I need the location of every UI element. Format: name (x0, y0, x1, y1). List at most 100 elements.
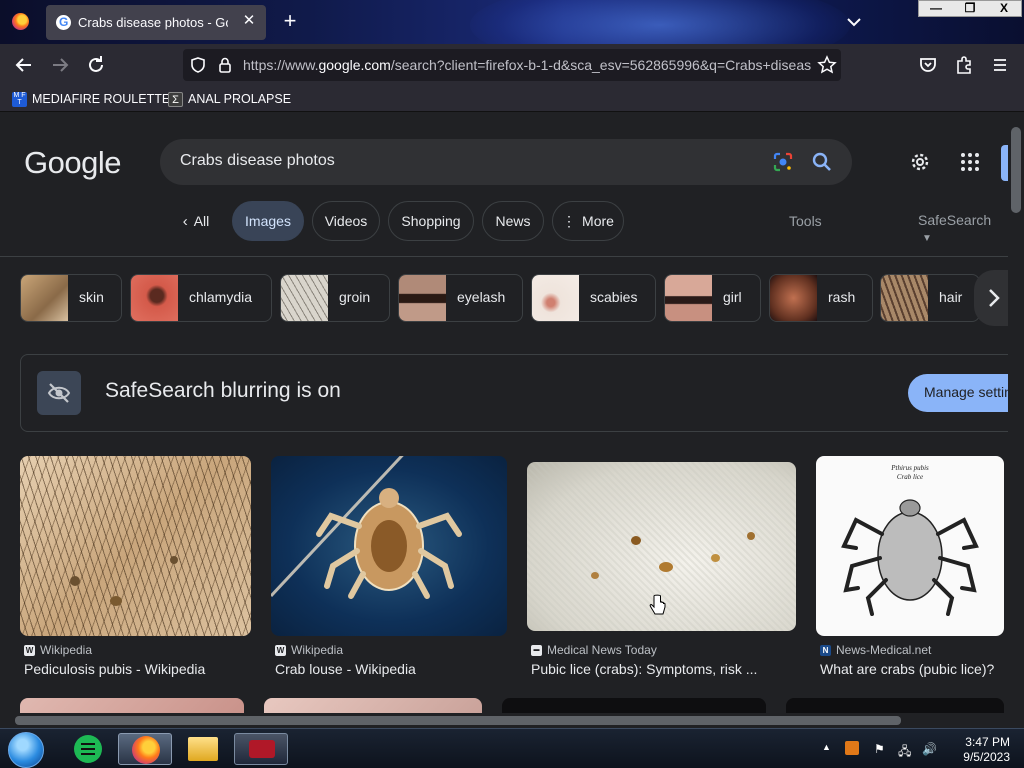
suggestion-chlamydia[interactable]: chlamydia (130, 274, 272, 322)
taskbar-firefox[interactable] (118, 733, 172, 765)
result-image-row2-3[interactable] (502, 698, 766, 713)
folder-icon (188, 737, 218, 761)
back-arrow-icon[interactable] (12, 53, 36, 77)
tray-app-icon[interactable] (845, 741, 859, 755)
manage-settings-button[interactable]: Manage settings (908, 374, 1008, 412)
safesearch-banner: SafeSearch blurring is on Manage setting… (20, 354, 1008, 432)
filter-videos[interactable]: Videos (312, 201, 380, 241)
list-all-tabs-icon[interactable] (844, 12, 864, 32)
horizontal-scroll-thumb[interactable] (15, 716, 901, 725)
suggestion-groin[interactable]: groin (280, 274, 390, 322)
extensions-puzzle-icon[interactable] (952, 53, 976, 77)
result-source[interactable]: W Wikipedia (275, 643, 343, 657)
tracking-shield-icon[interactable] (189, 56, 207, 74)
new-tab-button[interactable]: + (278, 9, 302, 33)
google-lens-icon[interactable] (772, 151, 794, 173)
eye-off-icon (37, 371, 81, 415)
bookmark-label: ANAL PROLAPSE (188, 92, 292, 106)
result-image-crab-louse[interactable] (271, 456, 507, 636)
chevron-right-icon[interactable] (974, 270, 1008, 326)
safesearch-banner-text: SafeSearch blurring is on (105, 379, 341, 402)
result-image-row2-2[interactable] (264, 698, 482, 713)
forward-arrow-icon[interactable] (48, 53, 72, 77)
start-orb-button[interactable] (8, 732, 44, 768)
search-query[interactable]: Crabs disease photos (180, 152, 335, 170)
system-clock[interactable]: 3:47 PM 9/5/2023 (946, 735, 1010, 765)
filter-shopping[interactable]: Shopping (388, 201, 474, 241)
taskbar-app[interactable] (234, 733, 288, 765)
suggestion-hair[interactable]: hair (880, 274, 980, 322)
tab-strip: Crabs disease photos - Google Search ✕ +… (0, 0, 1024, 70)
news-medical-favicon-icon: N (820, 644, 831, 656)
suggestion-thumbnail (21, 275, 68, 321)
result-title[interactable]: What are crabs (pubic lice)? (820, 661, 1006, 677)
google-favicon-icon (56, 15, 71, 30)
google-logo[interactable]: Google (24, 145, 121, 181)
result-title[interactable]: Pubic lice (crabs): Symptoms, risk ... (531, 661, 799, 677)
bookmark-mediafire-rouletter[interactable]: M F T MEDIAFIRE ROULETTER (12, 90, 179, 108)
result-title[interactable]: Crab louse - Wikipedia (275, 661, 510, 677)
padlock-icon[interactable] (217, 56, 233, 74)
maximize-button[interactable]: ❐ (953, 1, 987, 16)
vertical-scroll-thumb[interactable] (1011, 127, 1021, 213)
hand-cursor-icon (649, 594, 666, 615)
filter-images[interactable]: Images (232, 201, 304, 241)
tab-close-icon[interactable]: ✕ (240, 12, 258, 30)
firefox-menu-icon[interactable] (12, 13, 29, 30)
url-bar[interactable]: https://www.google.com/search?client=fir… (183, 49, 841, 81)
firefox-icon (132, 736, 160, 764)
result-image-crab-lice-diagram[interactable]: Pthirus pubis Crab lice (816, 456, 1004, 636)
notes-app-icon (74, 735, 102, 763)
result-image-row2-1[interactable] (20, 698, 244, 713)
app-window-icon (249, 740, 275, 758)
search-icon[interactable] (810, 150, 834, 174)
suggestion-thumbnail (281, 275, 328, 321)
windows-taskbar: ▲ ⚑ 🖧 🔊 3:47 PM 9/5/2023 (0, 728, 1024, 768)
safesearch-dropdown[interactable]: SafeSearch ▼ (918, 212, 1008, 244)
result-source[interactable]: W Wikipedia (24, 643, 92, 657)
result-source[interactable]: ▬ Medical News Today (531, 643, 657, 657)
network-icon[interactable]: 🖧 (898, 742, 911, 763)
bookmark-star-icon[interactable] (817, 55, 837, 75)
close-window-button[interactable]: X (987, 1, 1021, 16)
taskbar-notes-app[interactable] (60, 733, 114, 765)
horizontal-scrollbar[interactable] (0, 713, 1024, 728)
vertical-scrollbar[interactable] (1008, 113, 1024, 713)
search-box[interactable]: Crabs disease photos (160, 139, 852, 185)
google-apps-grid-icon[interactable] (958, 150, 982, 174)
minimize-button[interactable]: — (919, 1, 953, 16)
show-hidden-icons-icon[interactable]: ▲ (822, 742, 831, 752)
suggestion-scabies[interactable]: scabies (531, 274, 656, 322)
taskbar-file-explorer[interactable] (176, 733, 230, 765)
tools-button[interactable]: Tools (789, 213, 822, 229)
louse-micrograph-icon (271, 456, 462, 599)
google-results-page: Google Crabs disease photos ‹ All Images… (0, 113, 1008, 713)
header-divider (0, 256, 1008, 257)
result-image-pediculosis[interactable] (20, 456, 251, 636)
sign-in-button[interactable] (1001, 145, 1008, 181)
filter-news[interactable]: News (482, 201, 544, 241)
result-image-row2-4[interactable] (786, 698, 1004, 713)
caret-down-icon: ▼ (922, 233, 932, 244)
action-center-flag-icon[interactable]: ⚑ (874, 742, 885, 756)
url-text[interactable]: https://www.google.com/search?client=fir… (243, 57, 811, 73)
hamburger-menu-icon[interactable] (988, 53, 1012, 77)
volume-icon[interactable]: 🔊 (922, 742, 937, 756)
suggestion-skin[interactable]: skin (20, 274, 122, 322)
bookmarks-toolbar: M F T MEDIAFIRE ROULETTER Σ ANAL PROLAPS… (0, 86, 1024, 112)
pocket-icon[interactable] (916, 53, 940, 77)
navigation-toolbar: https://www.google.com/search?client=fir… (0, 44, 1024, 86)
reload-icon[interactable] (84, 53, 108, 77)
result-source[interactable]: N News-Medical.net (820, 643, 931, 657)
suggestion-eyelash[interactable]: eyelash (398, 274, 523, 322)
active-tab[interactable]: Crabs disease photos - Google Search ✕ (46, 5, 266, 40)
suggestion-girl[interactable]: girl (664, 274, 761, 322)
result-title[interactable]: Pediculosis pubis - Wikipedia (24, 661, 254, 677)
tab-title: Crabs disease photos - Google Search (78, 15, 228, 30)
suggestion-rash[interactable]: rash (769, 274, 873, 322)
window-controls: — ❐ X (918, 0, 1022, 17)
filter-all[interactable]: ‹ All (166, 201, 226, 241)
settings-gear-icon[interactable] (908, 150, 932, 174)
bookmark-anal-prolapse[interactable]: Σ ANAL PROLAPSE (168, 90, 291, 108)
filter-more[interactable]: ⋮ More (552, 201, 624, 241)
